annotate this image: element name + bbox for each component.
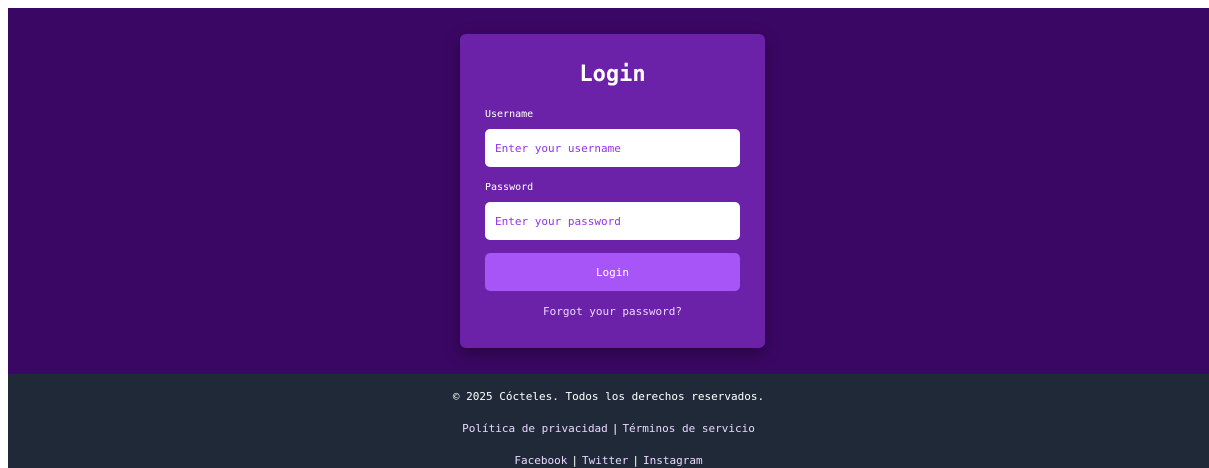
privacy-policy-link[interactable]: Política de privacidad: [462, 422, 608, 435]
username-input[interactable]: [485, 129, 740, 167]
password-input[interactable]: [485, 202, 740, 240]
forgot-password-link[interactable]: Forgot your password?: [460, 305, 765, 319]
facebook-link[interactable]: Facebook: [514, 454, 567, 467]
page: Login Username Password Login Forgot you…: [8, 8, 1209, 468]
twitter-link[interactable]: Twitter: [582, 454, 628, 467]
username-label: Username: [485, 109, 534, 120]
instagram-link[interactable]: Instagram: [643, 454, 703, 467]
password-label: Password: [485, 182, 534, 193]
login-card: Login Username Password Login Forgot you…: [460, 34, 765, 348]
footer-copyright: © 2025 Cócteles. Todos los derechos rese…: [452, 390, 765, 403]
login-button[interactable]: Login: [485, 253, 740, 291]
footer-social-links: Facebook | Twitter | Instagram: [8, 454, 1209, 468]
main-section: Login Username Password Login Forgot you…: [8, 8, 1209, 374]
footer-separator: |: [632, 454, 639, 467]
footer-separator: |: [611, 422, 619, 435]
footer-legal-links: Política de privacidad | Términos de servi…: [8, 422, 1209, 436]
footer: © 2025 Cócteles. Todos los derechos rese…: [8, 374, 1209, 468]
terms-of-service-link[interactable]: Términos de servicio: [622, 422, 754, 435]
footer-separator: |: [571, 454, 578, 467]
login-title: Login: [579, 62, 646, 87]
